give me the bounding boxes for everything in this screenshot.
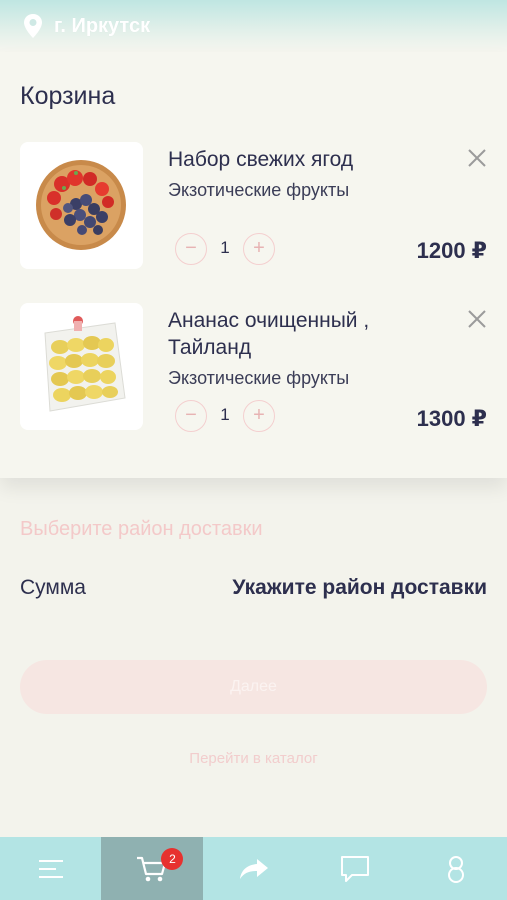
location-bar[interactable]: г. Иркутск — [0, 0, 507, 52]
product-price: 1200 ₽ — [416, 238, 487, 263]
decrease-quantity-button[interactable]: − — [175, 400, 207, 432]
product-price: 1300 ₽ — [416, 406, 487, 431]
nav-item-menu[interactable] — [0, 837, 101, 900]
location-pin-icon — [24, 14, 42, 38]
remove-item-button[interactable] — [466, 308, 488, 330]
sum-label: Сумма — [20, 576, 86, 599]
delivery-district-select[interactable]: Выберите район доставки — [20, 518, 263, 541]
remove-item-button[interactable] — [466, 147, 488, 169]
go-to-catalog-link[interactable]: Перейти в каталог — [0, 750, 507, 767]
city-label: г. Иркутск — [54, 14, 151, 37]
increase-quantity-button[interactable]: + — [243, 233, 275, 265]
nav-item-profile[interactable] — [406, 837, 507, 900]
page-title: Корзина — [20, 82, 116, 110]
product-name[interactable]: Набор свежих ягод — [168, 146, 438, 173]
menu-icon — [38, 859, 63, 878]
decrease-quantity-button[interactable]: − — [175, 233, 207, 265]
cart-item: Ананас очищенный , Тайланд Экзотические … — [0, 303, 507, 432]
product-name[interactable]: Ананас очищенный , Тайланд — [168, 307, 438, 361]
nav-item-share[interactable] — [203, 837, 304, 900]
cart-count-badge: 2 — [161, 848, 184, 870]
product-category: Экзотические фрукты — [168, 180, 350, 200]
sum-value: Укажите район доставки — [232, 576, 487, 599]
quantity-value: 1 — [220, 405, 230, 424]
increase-quantity-button[interactable]: + — [243, 400, 275, 432]
cart-item: Набор свежих ягод Экзотические фрукты − … — [0, 142, 507, 270]
chat-icon — [340, 855, 369, 882]
share-icon — [239, 858, 268, 879]
bottom-navigation: 2 — [0, 837, 507, 900]
cart-section: Корзина Набор свежих ягод Экзотические ф… — [0, 52, 507, 478]
nav-item-cart[interactable]: 2 — [101, 837, 203, 900]
quantity-stepper: − 1 + — [175, 400, 275, 432]
quantity-stepper: − 1 + — [175, 233, 275, 265]
next-button[interactable]: Далее — [20, 660, 487, 714]
profile-icon — [448, 855, 465, 883]
nav-item-chat[interactable] — [304, 837, 405, 900]
product-image-pineapple[interactable] — [20, 303, 143, 430]
product-image-berries[interactable] — [20, 142, 143, 269]
quantity-value: 1 — [220, 238, 230, 257]
product-category: Экзотические фрукты — [168, 368, 350, 388]
